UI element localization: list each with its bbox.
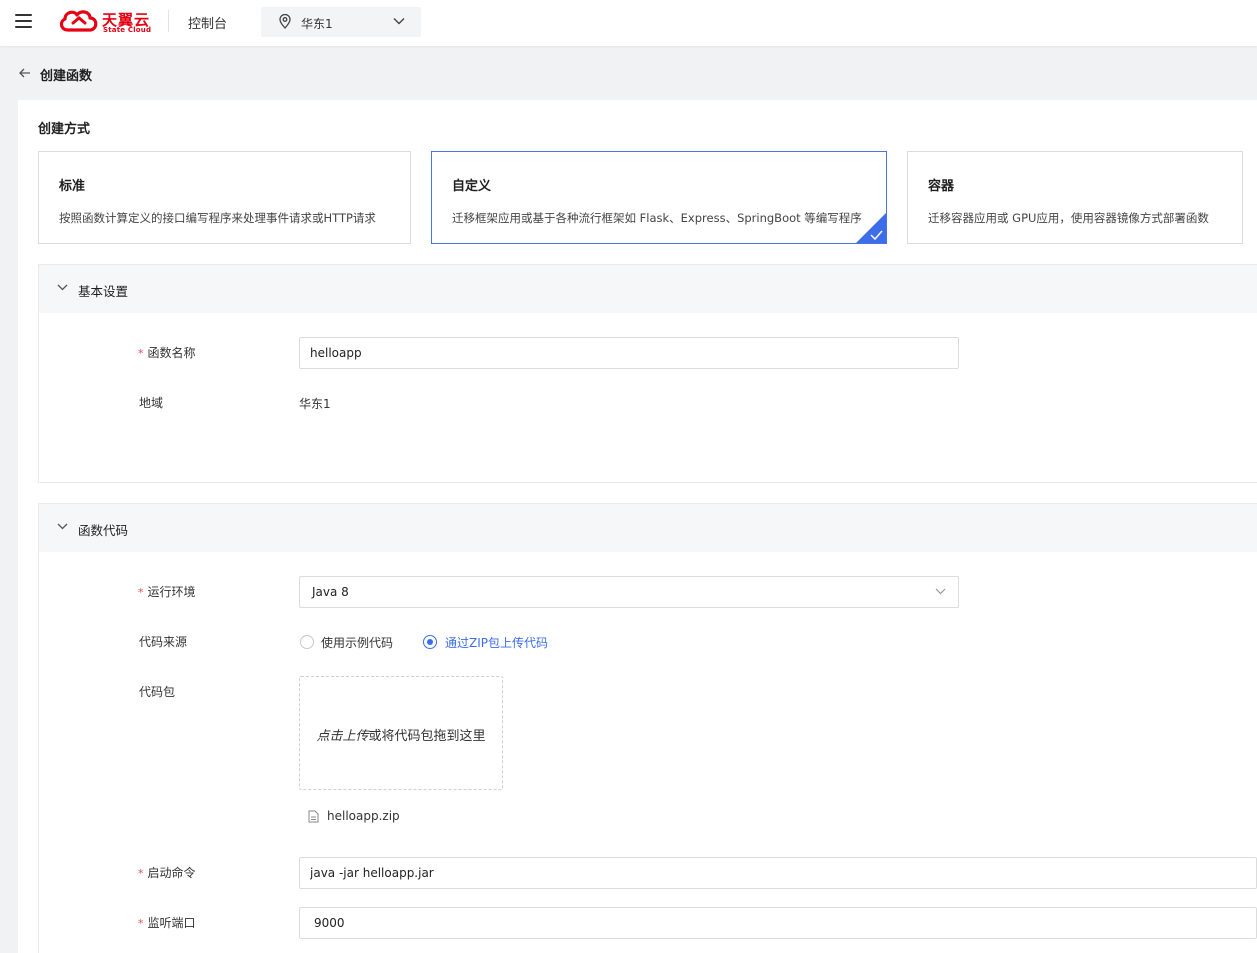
- code-package-label: 代码包: [139, 685, 176, 699]
- start-command-label: * 启动命令: [138, 866, 196, 880]
- function-code-title: 函数代码: [78, 523, 129, 538]
- listen-port-label: * 监听端口: [138, 916, 196, 930]
- basic-settings-title: 基本设置: [78, 284, 129, 299]
- region-selector-value: 华东1: [301, 17, 333, 31]
- console-link[interactable]: 控制台: [188, 13, 227, 32]
- radio-sample-code[interactable]: [300, 635, 314, 649]
- top-bar: 天翼云 State Cloud 控制台 华东1: [0, 0, 1257, 46]
- arrow-left-icon[interactable]: [18, 66, 32, 80]
- type-card-desc: 迁移框架应用或基于各种流行框架如 Flask、Express、SpringBoo…: [452, 211, 862, 225]
- type-card-standard[interactable]: 标准 按照函数计算定义的接口编写程序来处理事件请求或HTTP请求: [38, 151, 411, 244]
- location-pin-icon: [279, 14, 291, 29]
- chevron-down-icon: [57, 284, 68, 291]
- cloud-logo-icon: [59, 10, 98, 32]
- create-function-panel: 创建方式 标准 按照函数计算定义的接口编写程序来处理事件请求或HTTP请求 自定…: [18, 100, 1257, 953]
- uploaded-file-name: helloapp.zip: [327, 809, 400, 823]
- code-source-label: 代码来源: [139, 635, 188, 649]
- check-icon: [856, 213, 886, 243]
- type-card-title: 容器: [928, 179, 955, 194]
- menu-icon[interactable]: [15, 13, 33, 29]
- header-divider: [168, 10, 169, 32]
- chevron-down-icon: [935, 588, 946, 595]
- region-label: 地域: [139, 396, 164, 410]
- function-code-header[interactable]: 函数代码: [39, 504, 1257, 552]
- page-title: 创建函数: [40, 69, 93, 84]
- basic-settings-section: 基本设置: [38, 264, 1257, 483]
- type-card-custom[interactable]: 自定义 迁移框架应用或基于各种流行框架如 Flask、Express、Sprin…: [431, 151, 887, 244]
- function-name-label: * 函数名称: [138, 346, 196, 360]
- brand-logo[interactable]: 天翼云 State Cloud: [58, 8, 158, 36]
- upload-hint: 点击上传或将代码包拖到这里: [316, 729, 486, 744]
- runtime-select[interactable]: Java 8: [299, 576, 959, 608]
- file-icon: [308, 810, 319, 823]
- runtime-select-value: Java 8: [312, 585, 349, 599]
- radio-sample-code-label[interactable]: 使用示例代码: [321, 634, 393, 651]
- type-card-container[interactable]: 容器 迁移容器应用或 GPU应用，使用容器镜像方式部署函数: [907, 151, 1243, 244]
- listen-port-input[interactable]: [299, 907, 1257, 939]
- creation-method-title: 创建方式: [38, 122, 91, 137]
- type-card-desc: 迁移容器应用或 GPU应用，使用容器镜像方式部署函数: [928, 211, 1209, 225]
- type-card-desc: 按照函数计算定义的接口编写程序来处理事件请求或HTTP请求: [59, 211, 376, 225]
- type-card-title: 自定义: [452, 179, 492, 194]
- region-selector[interactable]: 华东1: [261, 7, 421, 37]
- chevron-down-icon: [393, 18, 405, 25]
- region-value: 华东1: [299, 397, 331, 411]
- type-card-title: 标准: [59, 179, 86, 194]
- code-upload-dropzone[interactable]: 点击上传或将代码包拖到这里: [299, 676, 503, 790]
- basic-settings-header[interactable]: 基本设置: [39, 265, 1257, 313]
- function-name-input[interactable]: [299, 337, 959, 369]
- brand-name-en: State Cloud: [103, 26, 152, 34]
- radio-zip-upload[interactable]: [423, 635, 437, 649]
- runtime-label: * 运行环境: [138, 585, 196, 599]
- chevron-down-icon: [57, 523, 68, 530]
- radio-zip-upload-label[interactable]: 通过ZIP包上传代码: [445, 634, 548, 651]
- start-command-input[interactable]: [299, 857, 1257, 889]
